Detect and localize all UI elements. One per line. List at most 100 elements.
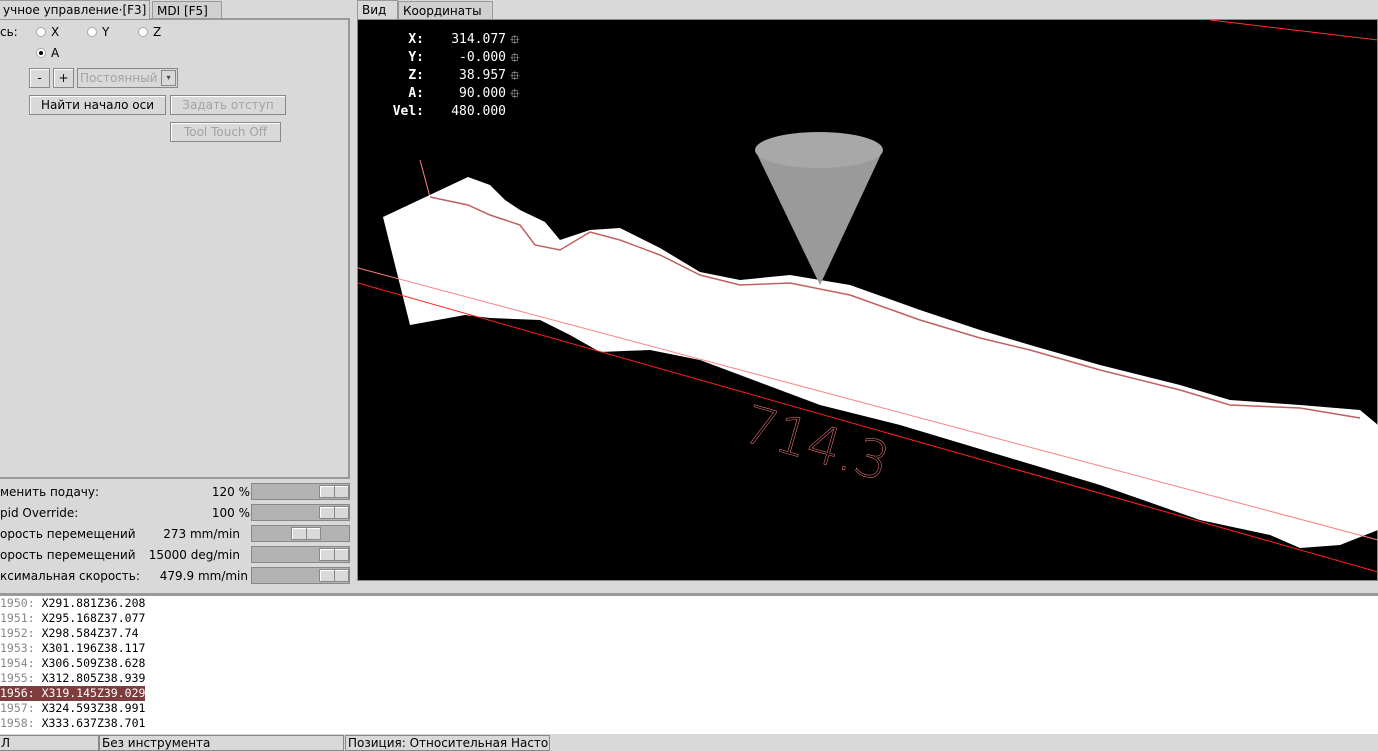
line-code: X319.145Z39.029	[41, 686, 146, 700]
dro-axis-label: Vel:	[392, 104, 424, 119]
tab-manual-control[interactable]: учное управление·[F3]	[0, 0, 150, 19]
gcode-listing[interactable]: 1950: X291.881Z36.208 1951: X295.168Z37.0…	[0, 593, 1378, 734]
line-code: X301.196Z38.117	[41, 641, 146, 655]
tool-cone-top	[755, 132, 883, 168]
line-code: X298.584Z37.74	[41, 626, 139, 640]
override-slider[interactable]	[251, 546, 350, 563]
dro-value: -0.000	[459, 50, 506, 65]
status-machine-state: Л	[0, 735, 99, 751]
axis-radio-z[interactable]: Z	[138, 25, 161, 39]
line-number: 1953:	[0, 641, 35, 655]
3d-preview[interactable]: 714.3 X: 314.077 ⯐ Y: -0.000 ⯐ Z: 38.957 ⯐ A: 90.0…	[357, 19, 1378, 581]
jog-plus-button[interactable]: +	[53, 68, 74, 88]
gcode-line[interactable]: 1952: X298.584Z37.74	[0, 626, 139, 640]
radio-label: A	[51, 46, 60, 60]
line-number: 1950:	[0, 596, 35, 610]
gcode-line[interactable]: 1950: X291.881Z36.208	[0, 596, 145, 610]
slider-value: 100 %	[211, 506, 250, 520]
tool-touch-off-button[interactable]: Tool Touch Off	[170, 122, 281, 142]
override-slider-row: орость перемещений 273 mm/min	[0, 524, 352, 544]
line-code: X312.805Z38.939	[41, 671, 146, 685]
chevron-down-icon: ▾	[161, 70, 176, 86]
tab-view[interactable]: Вид	[357, 0, 398, 19]
dro-value: 90.000	[459, 86, 506, 101]
slider-value: 120 %	[211, 485, 250, 499]
gcode-line[interactable]: 1958: X333.637Z38.701	[0, 716, 145, 730]
line-code: X324.593Z38.991	[41, 701, 146, 715]
line-code: X291.881Z36.208	[41, 596, 146, 610]
radio-label: Z	[153, 25, 162, 39]
tab-label: Вид	[362, 3, 387, 17]
slider-value: 15000 deg/min	[148, 548, 240, 562]
line-number: 1955:	[0, 671, 35, 685]
dro-value: 314.077	[451, 32, 506, 47]
override-slider[interactable]	[251, 525, 350, 542]
jog-mode-value: Постоянный	[80, 71, 158, 85]
slider-label: ксимальная скорость:	[0, 569, 140, 583]
dro-axis-label: X:	[408, 32, 424, 47]
status-tool: Без инструмента	[99, 735, 344, 751]
line-number: 1952:	[0, 626, 35, 640]
slider-label: pid Override:	[0, 506, 79, 520]
override-slider-row: орость перемещений 15000 deg/min	[0, 545, 352, 565]
dro-value: 480.000	[451, 104, 506, 119]
radio-label: Y	[102, 25, 110, 39]
override-slider[interactable]	[251, 567, 350, 584]
axis-marker	[419, 159, 431, 198]
radio-dot	[138, 27, 148, 37]
line-code: X295.168Z37.077	[41, 611, 146, 625]
touch-off-button[interactable]: Задать отступ	[170, 95, 286, 115]
slider-thumb[interactable]	[319, 506, 349, 519]
override-slider[interactable]	[251, 504, 350, 521]
gcode-line[interactable]: 1953: X301.196Z38.117	[0, 641, 145, 655]
dro-axis-label: Y:	[408, 50, 424, 65]
tab-label: учное управление·[F3]	[3, 3, 147, 17]
jog-minus-button[interactable]: -	[29, 68, 50, 88]
gcode-line[interactable]: 1955: X312.805Z38.939	[0, 671, 145, 685]
radio-dot	[87, 27, 97, 37]
slider-thumb[interactable]	[319, 569, 349, 582]
line-number: 1951:	[0, 611, 35, 625]
dro-value: 38.957	[459, 68, 506, 83]
line-code: X306.509Z38.628	[41, 656, 146, 670]
workpiece-shape	[383, 177, 1378, 548]
slider-value: 273 mm/min	[163, 527, 240, 541]
override-slider-row: ксимальная скорость: 479.9 mm/min	[0, 566, 352, 586]
override-slider-row: менить подачу: 120 %	[0, 482, 352, 502]
gcode-line[interactable]: 1957: X324.593Z38.991	[0, 701, 145, 715]
slider-label: орость перемещений	[0, 548, 136, 562]
radio-label: X	[51, 25, 60, 39]
line-number: 1956:	[0, 686, 35, 700]
slider-thumb[interactable]	[291, 527, 322, 540]
line-number: 1958:	[0, 716, 35, 730]
line-number: 1954:	[0, 656, 35, 670]
dro-axis-label: Z:	[408, 68, 424, 83]
axis-label: сь:	[0, 25, 18, 39]
line-number: 1957:	[0, 701, 35, 715]
line-code: X333.637Z38.701	[41, 716, 146, 730]
axis-radio-y[interactable]: Y	[87, 25, 109, 39]
status-position: Позиция: Относительная Насто:	[345, 735, 550, 751]
override-slider-row: pid Override: 100 %	[0, 503, 352, 523]
gcode-line[interactable]: 1954: X306.509Z38.628	[0, 656, 145, 670]
gcode-line[interactable]: 1956: X319.145Z39.029	[0, 686, 146, 701]
axis-radio-a[interactable]: A	[36, 46, 59, 60]
tab-label: Координаты	[403, 4, 482, 18]
gcode-line[interactable]: 1951: X295.168Z37.077	[0, 611, 145, 625]
home-axis-button[interactable]: Найти начало оси	[29, 95, 166, 115]
tab-coordinates[interactable]: Координаты	[398, 1, 493, 20]
radio-dot	[36, 48, 46, 58]
dro-axis-label: A:	[408, 86, 424, 101]
slider-label: менить подачу:	[0, 485, 100, 499]
slider-value: 479.9 mm/min	[159, 569, 248, 583]
tab-label: MDI [F5]	[157, 4, 208, 18]
homed-icon: ⯐	[510, 87, 520, 102]
slider-label: орость перемещений	[0, 527, 136, 541]
slider-thumb[interactable]	[319, 548, 349, 561]
limit-line	[1209, 20, 1378, 41]
tool-cone	[755, 150, 883, 285]
axis-radio-x[interactable]: X	[36, 25, 59, 39]
override-slider[interactable]	[251, 483, 350, 500]
jog-mode-select[interactable]: Постоянный ▾	[77, 68, 178, 88]
slider-thumb[interactable]	[319, 485, 349, 498]
